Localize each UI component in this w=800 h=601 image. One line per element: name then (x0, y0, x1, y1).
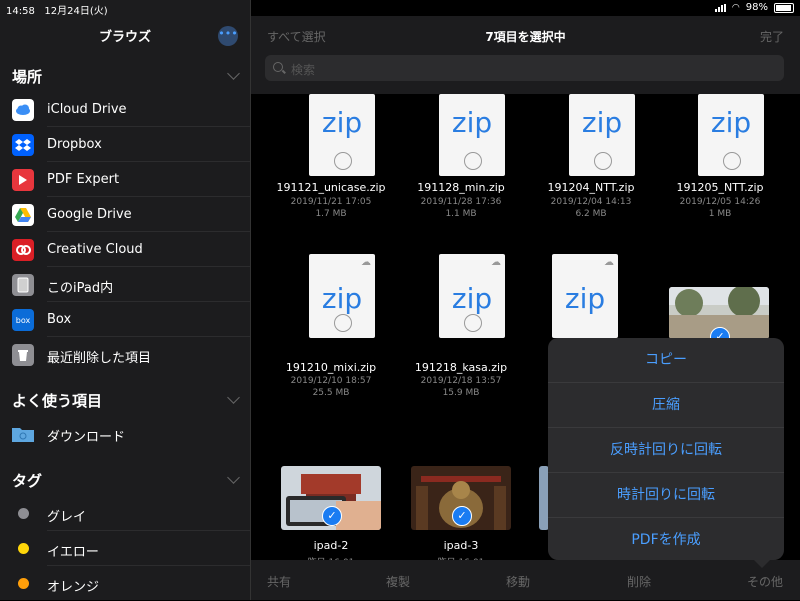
more-button[interactable]: その他 (747, 573, 783, 590)
box-icon: box (12, 309, 34, 331)
sidebar-item-icloud-drive[interactable]: iCloud Drive (12, 93, 250, 127)
share-button[interactable]: 共有 (267, 573, 291, 590)
selection-circle-icon (334, 152, 352, 170)
cloud-download-icon: ☁ (361, 257, 371, 268)
battery-percent: 98% (745, 2, 768, 13)
battery-icon (774, 2, 794, 13)
sidebar: ブラウズ ••• 場所 iCloud Drive Dropbox PDF Exp… (0, 0, 251, 600)
file-item[interactable]: ✓ ipad-3 昨日 16:01 (396, 466, 526, 560)
icloud-icon (12, 99, 34, 121)
checkmark-icon: ✓ (452, 506, 472, 526)
file-item[interactable]: zip 191121_unicase.zip 2019/11/21 17:05 … (266, 94, 396, 224)
navigation-bar: すべて選択 7項目を選択中 完了 検索 (251, 16, 800, 94)
more-options-button[interactable]: ••• (218, 26, 238, 46)
cellular-signal-icon (714, 3, 726, 12)
sidebar-item-downloads[interactable]: ダウンロード (12, 417, 250, 451)
move-button[interactable]: 移動 (506, 573, 530, 590)
sidebar-item-pdf-expert[interactable]: PDF Expert (12, 163, 250, 197)
tag-color-dot-icon (18, 508, 29, 519)
sidebar-item-recently-deleted[interactable]: 最近削除した項目 (12, 338, 250, 372)
selection-circle-icon (594, 152, 612, 170)
search-icon (273, 62, 283, 72)
menu-item-create-pdf[interactable]: PDFを作成 (548, 518, 784, 562)
duplicate-button[interactable]: 複製 (386, 573, 410, 590)
chevron-down-icon (227, 471, 240, 484)
zip-thumbnail: ☁ zip (309, 254, 375, 338)
menu-item-rotate-right[interactable]: 時計回りに回転 (548, 473, 784, 518)
selection-circle-icon (464, 314, 482, 332)
photo-thumbnail[interactable]: ✓ (669, 287, 769, 339)
creative-cloud-icon (12, 239, 34, 261)
sidebar-item-tag-yellow[interactable]: イエロー (12, 532, 250, 566)
sidebar-item-box[interactable]: box Box (12, 303, 250, 337)
status-bar: 14:58 12月24日(火) ◠ 98% (0, 0, 800, 17)
cloud-download-icon: ☁ (491, 257, 501, 268)
status-date: 12月24日(火) (44, 6, 108, 17)
download-folder-icon (12, 426, 34, 442)
pdf-expert-icon (12, 169, 34, 191)
search-input[interactable]: 検索 (265, 55, 784, 81)
checkmark-icon: ✓ (322, 506, 342, 526)
selection-circle-icon (334, 314, 352, 332)
file-item[interactable]: ☁ zip 191218_kasa.zip 2019/12/18 13:57 1… (396, 254, 526, 404)
ipad-icon (12, 274, 34, 296)
svg-text:box: box (16, 316, 31, 325)
sidebar-item-google-drive[interactable]: Google Drive (12, 198, 250, 232)
tag-color-dot-icon (18, 578, 29, 589)
zip-thumbnail: zip (569, 94, 635, 176)
search-placeholder: 検索 (291, 63, 316, 77)
wifi-icon: ◠ (731, 2, 740, 13)
file-item[interactable]: ☁ zip 191210_mixi.zip 2019/12/10 18:57 2… (266, 254, 396, 404)
status-time: 14:58 (6, 6, 35, 17)
selection-circle-icon (464, 152, 482, 170)
sidebar-item-dropbox[interactable]: Dropbox (12, 128, 250, 162)
file-item[interactable]: zip 191204_NTT.zip 2019/12/04 14:13 6.2 … (526, 94, 656, 224)
tag-color-dot-icon (18, 543, 29, 554)
zip-thumbnail: zip (439, 94, 505, 176)
menu-item-compress[interactable]: 圧縮 (548, 383, 784, 428)
sidebar-title: ブラウズ (98, 30, 151, 45)
google-drive-icon (12, 204, 34, 226)
menu-item-copy[interactable]: コピー (548, 338, 784, 383)
zip-thumbnail: ☁ zip (552, 254, 618, 338)
section-header-locations[interactable]: 場所 (12, 66, 240, 87)
file-item[interactable]: zip 191128_min.zip 2019/11/28 17:36 1.1 … (396, 94, 526, 224)
zip-thumbnail: zip (309, 94, 375, 176)
trash-icon (12, 344, 34, 366)
selection-circle-icon (723, 152, 741, 170)
sidebar-item-on-my-ipad[interactable]: このiPad内 (12, 268, 250, 302)
zip-thumbnail: zip (698, 94, 764, 176)
section-header-favorites[interactable]: よく使う項目 (12, 390, 240, 411)
menu-item-rotate-left[interactable]: 反時計回りに回転 (548, 428, 784, 473)
sidebar-header: ブラウズ ••• (0, 16, 250, 52)
zip-thumbnail: ☁ zip (439, 254, 505, 338)
sidebar-item-tag-orange[interactable]: オレンジ (12, 567, 250, 601)
sidebar-item-tag-gray[interactable]: グレイ (12, 497, 250, 531)
file-item[interactable]: ☁ zip (509, 254, 639, 338)
sidebar-item-creative-cloud[interactable]: Creative Cloud (12, 233, 250, 267)
dropbox-icon (12, 134, 34, 156)
page-title: 7項目を選択中 (485, 30, 566, 44)
chevron-down-icon (227, 391, 240, 404)
section-header-tags[interactable]: タグ (12, 470, 240, 491)
done-button[interactable]: 完了 (760, 28, 784, 45)
chevron-down-icon (227, 67, 240, 80)
file-item[interactable]: zip 191205_NTT.zip 2019/12/05 14:26 1 MB (655, 94, 785, 224)
bottom-toolbar: 共有 複製 移動 削除 その他 (251, 560, 800, 600)
file-item[interactable]: ✓ ipad-2 昨日 16:01 (266, 466, 396, 560)
cloud-download-icon: ☁ (604, 257, 614, 268)
more-actions-popover: コピー 圧縮 反時計回りに回転 時計回りに回転 PDFを作成 (548, 338, 784, 568)
delete-button[interactable]: 削除 (627, 573, 651, 590)
